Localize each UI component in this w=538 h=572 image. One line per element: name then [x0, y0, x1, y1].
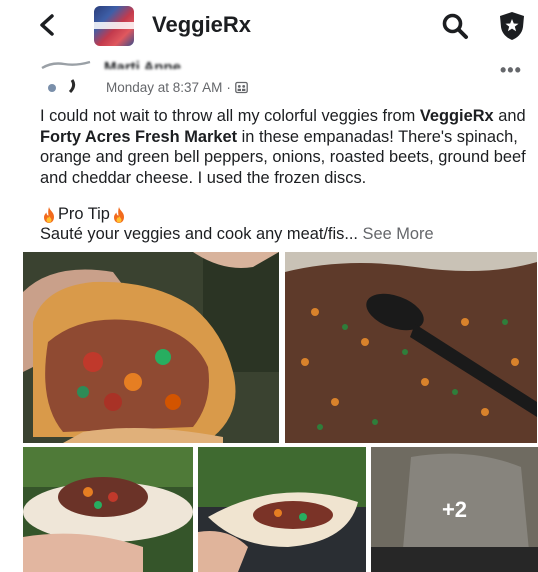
fire-icon: [113, 206, 124, 223]
mention-veggierx[interactable]: VeggieRx: [420, 107, 494, 125]
author-avatar[interactable]: [38, 58, 92, 98]
search-button[interactable]: [441, 12, 469, 40]
group-members-icon: [234, 81, 248, 94]
more-photos-count: +2: [441, 496, 468, 522]
shield-icon: [500, 12, 524, 40]
more-options-button[interactable]: •••: [500, 60, 522, 81]
photo-empanada-cut[interactable]: [23, 252, 279, 443]
photo-veggie-filling[interactable]: [285, 252, 537, 443]
group-avatar[interactable]: [94, 6, 134, 46]
photo-folding-empanada[interactable]: [198, 447, 366, 572]
author-name[interactable]: Marti Anne: [104, 57, 181, 69]
fire-icon: [44, 206, 54, 223]
post-timestamp[interactable]: Monday at 8:37 AM: [106, 80, 222, 95]
search-icon: [442, 13, 468, 39]
back-arrow-icon: [40, 14, 54, 36]
see-more-link[interactable]: See More: [363, 225, 434, 243]
more-photos-overlay: +2: [371, 447, 538, 572]
post-preview: Sauté your veggies and cook any meat/fis…: [40, 225, 434, 243]
group-name[interactable]: VeggieRx: [152, 12, 251, 38]
pro-tip-line: Pro Tip: [40, 205, 128, 224]
photo-filling-on-disc[interactable]: [23, 447, 193, 572]
post-body: I could not wait to throw all my colorfu…: [40, 107, 526, 187]
pro-tip-label: Pro Tip: [58, 205, 110, 223]
photo-more[interactable]: +2: [371, 447, 538, 572]
admin-shield-button[interactable]: [496, 10, 528, 42]
back-button[interactable]: [34, 10, 60, 40]
mention-forty-acres[interactable]: Forty Acres Fresh Market: [40, 128, 237, 146]
meta-separator: ·: [226, 80, 231, 95]
group-header: VeggieRx: [0, 0, 538, 50]
post-meta: Monday at 8:37 AM ·: [106, 80, 248, 95]
